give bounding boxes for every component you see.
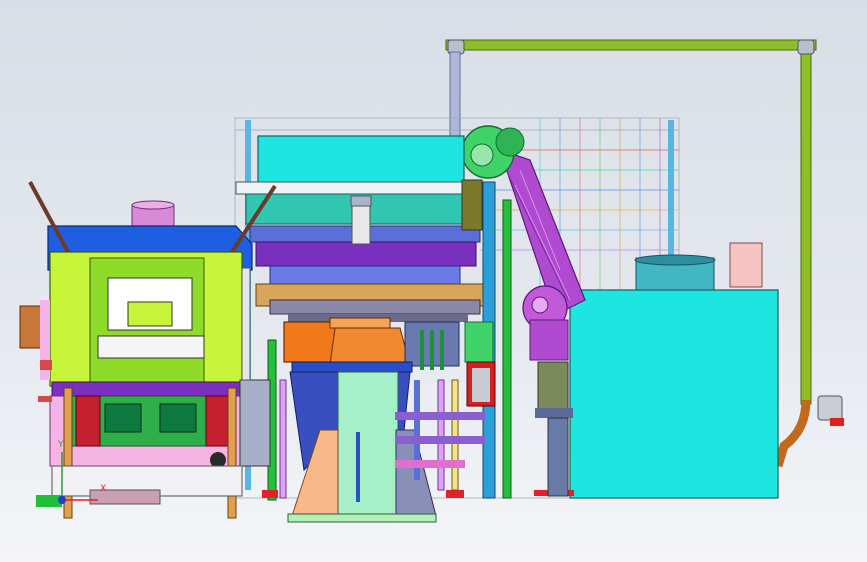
- mixer-machine: [19, 181, 277, 519]
- triad-y-label: Y: [58, 440, 64, 450]
- machine-assembly-model: [19, 39, 844, 523]
- cad-viewport[interactable]: Y X: [0, 0, 867, 562]
- triad-x-label: X: [100, 484, 107, 494]
